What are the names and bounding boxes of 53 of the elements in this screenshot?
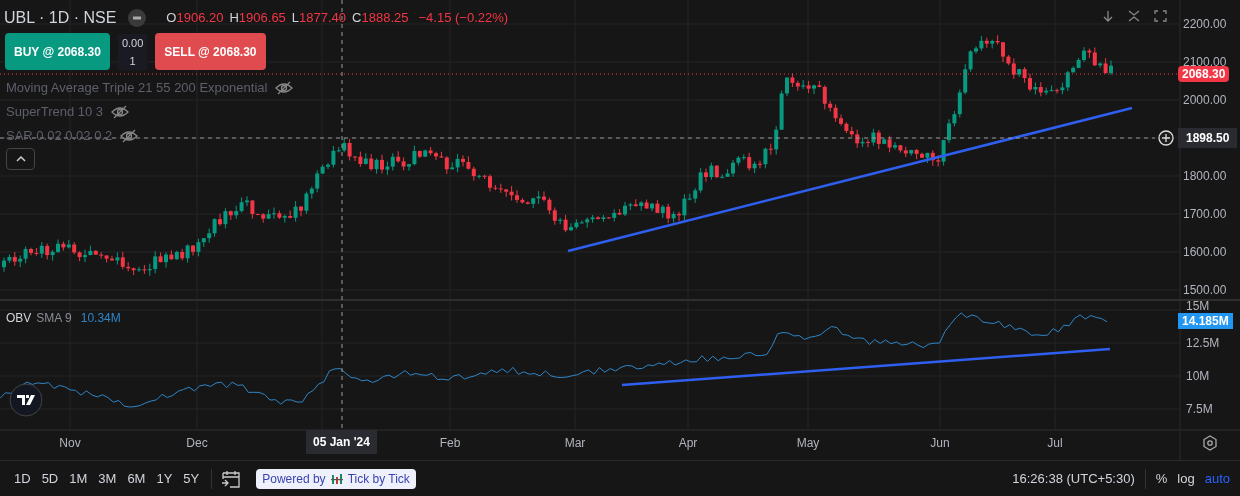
range-button[interactable]: 1Y — [152, 468, 177, 489]
range-button[interactable]: 5D — [37, 468, 63, 489]
range-button[interactable]: 6M — [123, 468, 150, 489]
price-tick: 1500.00 — [1183, 283, 1227, 297]
month-label: Nov — [59, 435, 81, 452]
scale-option[interactable]: % — [1155, 468, 1168, 489]
indicator-name: OBV — [6, 310, 32, 327]
scale-option[interactable]: auto — [1204, 468, 1230, 489]
ohlc-value: H1906.65 — [229, 9, 286, 28]
crosshair-price-label: 1898.50 — [1178, 128, 1238, 148]
obv-tick: 10M — [1186, 370, 1210, 382]
range-button[interactable]: 1M — [65, 468, 92, 489]
provider-name: Tick by Tick — [347, 470, 410, 488]
month-label: Jun — [930, 435, 950, 452]
sell-button[interactable]: SELL @ 2068.30 — [155, 33, 266, 70]
crosshair-date-label: 05 Jan '24 — [306, 430, 377, 454]
quantity-field[interactable]: 1 — [129, 51, 136, 70]
last-price-label: 2068.30 — [1178, 66, 1230, 82]
ohlc-value: O1906.20 — [166, 9, 224, 28]
range-button[interactable]: 1D — [10, 468, 35, 489]
month-label: Mar — [564, 435, 586, 452]
ohlc-value: L1877.40 — [291, 9, 347, 28]
last-obv-label: 14.185M — [1178, 313, 1233, 329]
month-label: May — [796, 435, 820, 452]
month-label: Dec — [186, 435, 208, 452]
obv-tick: 15M — [1186, 300, 1210, 312]
range-button[interactable]: 5Y — [179, 468, 204, 489]
indicator-label: SuperTrend 10 3 — [6, 103, 104, 122]
month-label: Apr — [678, 435, 698, 452]
indicator-value: 10.34M — [80, 310, 121, 327]
buy-button[interactable]: BUY @ 2068.30 — [5, 33, 110, 70]
obv-tick: 7.5M — [1186, 403, 1213, 415]
range-button[interactable]: 3M — [94, 468, 121, 489]
price-change: −4.15 (−0.22%) — [418, 9, 509, 28]
indicator-label: Moving Average Triple 21 55 200 Exponential — [6, 79, 268, 98]
indicator-label: SAR 0.02 0.02 0.2 — [6, 127, 113, 146]
price-tick: 2200.00 — [1183, 17, 1227, 31]
month-label: Jul — [1047, 435, 1063, 452]
spread-value: 0.00 — [121, 35, 144, 51]
powered-by-badge[interactable]: Powered by Tick by Tick — [256, 468, 416, 489]
ohlc-value: C1888.25 — [352, 9, 409, 28]
price-tick: 2000.00 — [1183, 93, 1227, 107]
obv-tick: 12.5M — [1186, 337, 1220, 349]
scale-option[interactable]: log — [1177, 468, 1195, 489]
clock: 16:26:38 (UTC+5:30) — [1012, 469, 1135, 488]
price-tick: 1800.00 — [1183, 169, 1227, 183]
price-tick: 2100.00 — [1183, 55, 1227, 69]
symbol-title: UBL · 1D · NSE — [4, 8, 117, 28]
powered-by-text: Powered by — [262, 470, 326, 488]
price-tick: 1700.00 — [1183, 207, 1227, 221]
month-label: Feb — [439, 435, 461, 452]
indicator-params: SMA 9 — [36, 310, 72, 327]
price-tick: 1600.00 — [1183, 245, 1227, 259]
